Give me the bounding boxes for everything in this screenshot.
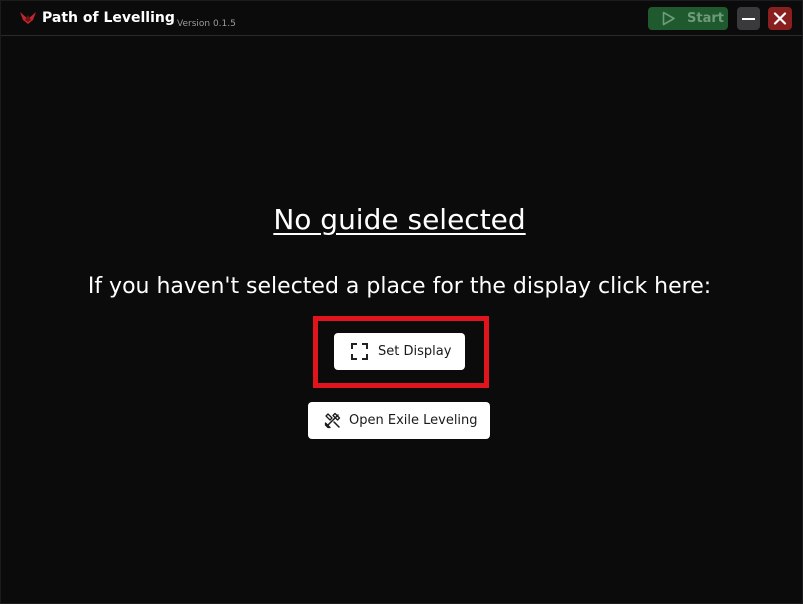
app-window: Path of Levelling Version 0.1.5 Start No… <box>0 0 803 604</box>
display-instruction: If you haven't selected a place for the … <box>87 274 712 299</box>
title-bar[interactable]: Path of Levelling Version 0.1.5 Start <box>1 1 802 36</box>
set-display-label: Set Display <box>378 344 452 359</box>
close-button[interactable] <box>768 7 792 30</box>
tools-icon <box>324 412 341 429</box>
dashed-square-icon <box>351 343 368 360</box>
open-exile-leveling-label: Open Exile Leveling <box>349 413 478 428</box>
play-icon <box>662 11 675 26</box>
app-logo-icon <box>20 12 36 24</box>
no-guide-heading[interactable]: No guide selected <box>1 202 798 238</box>
open-exile-leveling-button[interactable]: Open Exile Leveling <box>308 402 490 439</box>
start-label: Start <box>687 11 724 26</box>
minimize-button[interactable] <box>737 7 760 30</box>
app-title: Path of Levelling <box>42 10 175 26</box>
set-display-button[interactable]: Set Display <box>334 333 465 370</box>
minimize-icon <box>742 18 755 20</box>
main-content: No guide selected If you haven't selecte… <box>1 36 802 603</box>
close-icon <box>773 12 787 25</box>
start-button[interactable]: Start <box>648 7 728 30</box>
version-label: Version 0.1.5 <box>177 19 236 29</box>
